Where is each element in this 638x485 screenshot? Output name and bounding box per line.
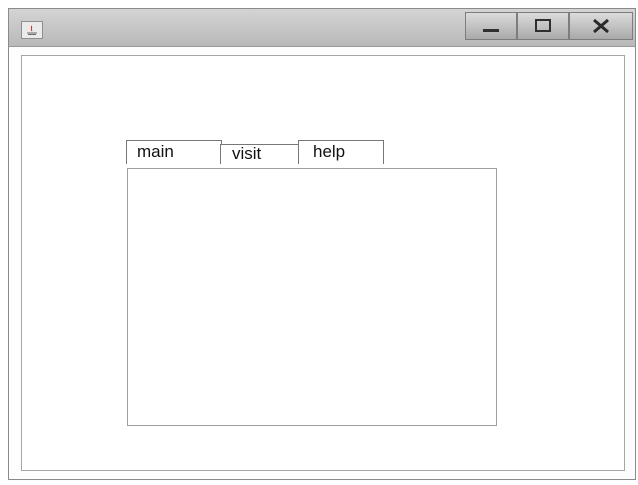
close-icon bbox=[593, 18, 609, 34]
title-bar[interactable] bbox=[9, 9, 635, 47]
app-window: main visit help bbox=[8, 8, 636, 480]
maximize-icon bbox=[535, 19, 551, 32]
tab-main[interactable]: main bbox=[126, 140, 222, 164]
content-area: main visit help bbox=[21, 55, 625, 471]
minimize-button[interactable] bbox=[465, 12, 517, 40]
tab-help-label: help bbox=[313, 142, 346, 161]
tab-help[interactable]: help bbox=[298, 140, 384, 164]
window-controls bbox=[465, 12, 633, 40]
tab-visit-label: visit bbox=[232, 144, 262, 163]
tab-main-label: main bbox=[137, 142, 174, 161]
tab-visit[interactable]: visit bbox=[220, 144, 300, 164]
close-button[interactable] bbox=[569, 12, 633, 40]
maximize-button[interactable] bbox=[517, 12, 569, 40]
tab-content-panel bbox=[127, 168, 497, 426]
minimize-icon bbox=[483, 29, 499, 32]
java-app-icon bbox=[21, 21, 43, 39]
